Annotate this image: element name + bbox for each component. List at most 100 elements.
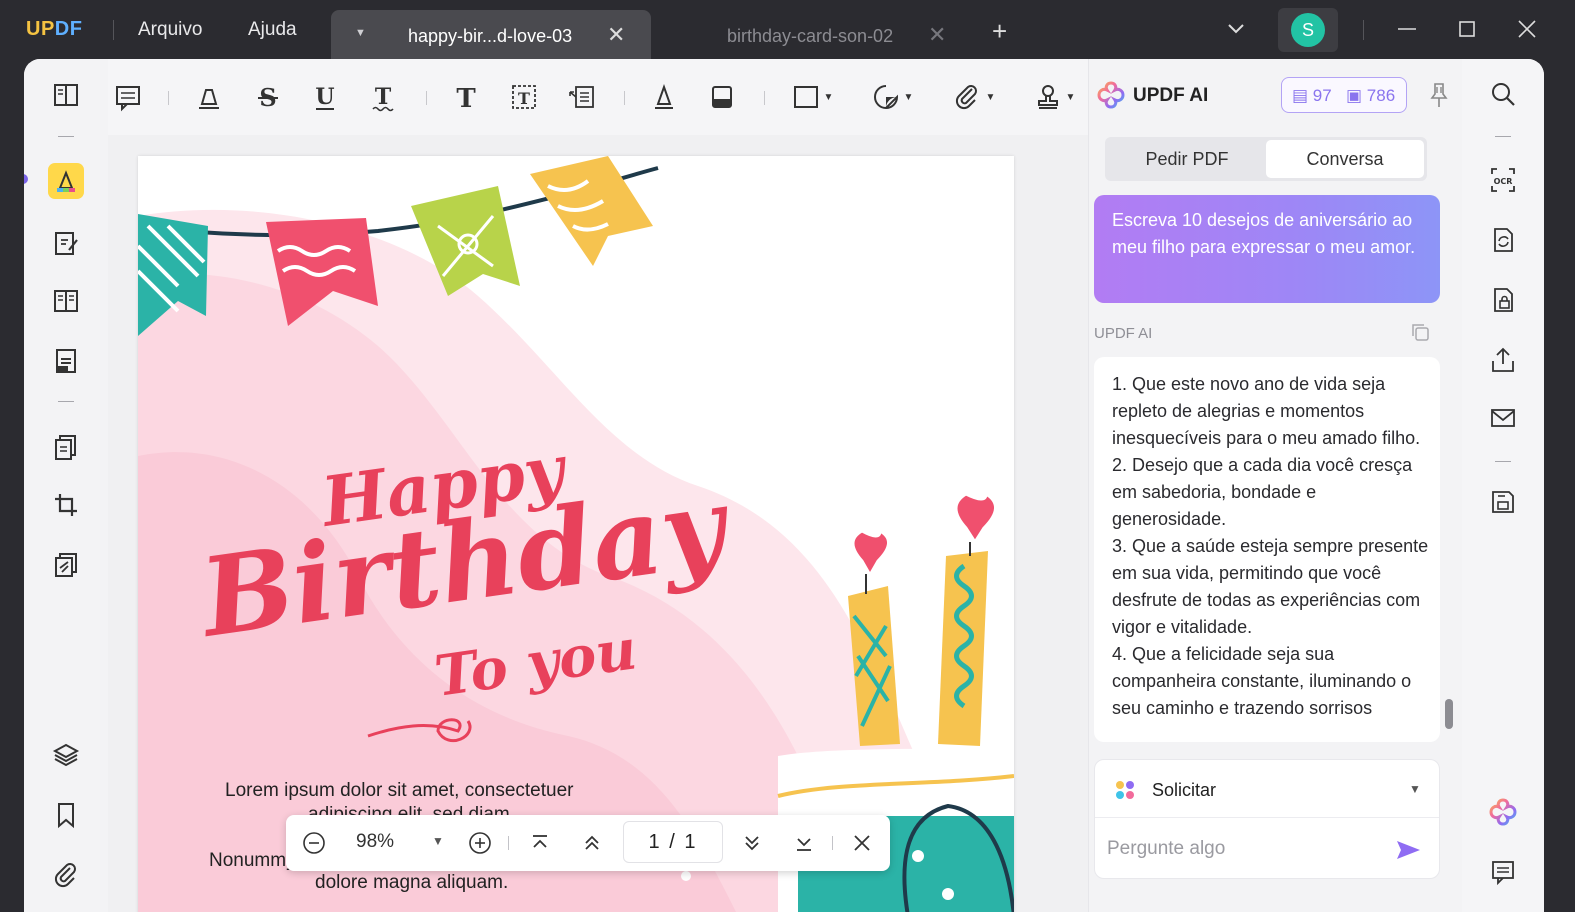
- sidebar-separator: [58, 401, 74, 402]
- maximize-icon[interactable]: [1452, 14, 1482, 44]
- shape-rectangle-icon[interactable]: ▼: [784, 79, 840, 115]
- squiggly-icon[interactable]: T: [363, 79, 403, 115]
- attach-file-icon[interactable]: ▼: [946, 79, 1002, 115]
- svg-text:U: U: [315, 84, 334, 110]
- search-icon[interactable]: [1486, 77, 1520, 111]
- stamp-icon[interactable]: ▼: [1026, 79, 1082, 115]
- zoom-out-icon[interactable]: [300, 829, 328, 857]
- tab-happy-birthday[interactable]: ▼ happy-bir...d-love-03 ✕: [331, 10, 651, 60]
- next-page-icon[interactable]: [738, 829, 766, 857]
- attachment-icon[interactable]: [48, 857, 84, 893]
- chevron-down-icon: ▼: [1409, 782, 1421, 796]
- highlight-icon[interactable]: [188, 79, 228, 115]
- text-icon[interactable]: T: [446, 79, 486, 115]
- first-page-icon[interactable]: [526, 829, 554, 857]
- crop-icon[interactable]: [48, 487, 84, 523]
- page-organize-icon[interactable]: [48, 283, 84, 319]
- pin-panel-icon[interactable]: [1427, 81, 1451, 109]
- close-tab-icon[interactable]: ✕: [928, 22, 946, 48]
- zoom-level[interactable]: 98%: [356, 831, 394, 853]
- menu-ajuda[interactable]: Ajuda: [248, 19, 297, 41]
- save-icon[interactable]: [1486, 485, 1520, 519]
- svg-text:T: T: [518, 89, 530, 108]
- tab-menu-caret-icon[interactable]: ▼: [355, 27, 366, 39]
- body-text-line: Lorem ipsum dolor sit amet, consectetuer: [225, 780, 574, 801]
- user-account[interactable]: S: [1278, 8, 1338, 52]
- email-icon[interactable]: [1486, 401, 1520, 435]
- ai-answer-text: 1. Que este novo ano de vida seja replet…: [1112, 371, 1432, 722]
- protect-document-icon[interactable]: [1486, 283, 1520, 317]
- updf-ai-icon[interactable]: [1486, 795, 1520, 829]
- bookmark-icon[interactable]: [48, 797, 84, 833]
- close-zoom-bar-icon[interactable]: [848, 829, 876, 857]
- ai-mode-tabs: Pedir PDF Conversa: [1105, 137, 1427, 181]
- toolbar-separator: [624, 91, 625, 105]
- right-tool-rail: OCR: [1462, 59, 1544, 912]
- toolbar-separator: [168, 91, 169, 105]
- close-tab-icon[interactable]: ✕: [607, 22, 625, 48]
- reader-mode-icon[interactable]: [48, 77, 84, 113]
- tab-label: happy-bir...d-love-03: [408, 26, 573, 46]
- previous-page-icon[interactable]: [578, 829, 606, 857]
- svg-text:T: T: [456, 84, 476, 112]
- toolbar-separator: [764, 91, 765, 105]
- answer-scrollbar[interactable]: [1445, 699, 1453, 729]
- avatar: S: [1291, 13, 1325, 47]
- comment-highlighter-icon[interactable]: [48, 163, 84, 199]
- page-number-input[interactable]: 1 / 1: [623, 821, 723, 863]
- comments-list-icon[interactable]: [1486, 855, 1520, 889]
- edit-pdf-icon[interactable]: [48, 225, 84, 261]
- updf-logo: UPDF: [26, 18, 83, 40]
- strikethrough-icon[interactable]: S: [248, 79, 288, 115]
- eraser-icon[interactable]: [702, 79, 742, 115]
- pencil-icon[interactable]: [644, 79, 684, 115]
- text-callout-icon[interactable]: [562, 79, 602, 115]
- main-window: S U T T T ▼ ▼ ▼ ▼ Happy Birthday To you …: [24, 59, 1544, 912]
- protect-icon[interactable]: [48, 547, 84, 583]
- page-tools-icon[interactable]: [48, 429, 84, 465]
- document-viewer: Happy Birthday To you Lorem ipsum dolor …: [108, 135, 1088, 912]
- tabs-dropdown-icon[interactable]: [1224, 16, 1248, 40]
- zoom-page-bar: 98% ▼ 1 / 1: [286, 815, 890, 871]
- ocr-icon[interactable]: OCR: [1486, 163, 1520, 197]
- convert-icon[interactable]: [1486, 223, 1520, 257]
- pdf-quota: ▤ 97: [1292, 86, 1332, 105]
- ai-answer-box: 1. Que este novo ano de vida seja replet…: [1094, 357, 1440, 742]
- ai-quota-badge[interactable]: ▤ 97 ▣ 786: [1281, 77, 1407, 113]
- underline-icon[interactable]: U: [305, 79, 345, 115]
- minimize-icon[interactable]: [1392, 14, 1422, 44]
- tab-pedir-pdf[interactable]: Pedir PDF: [1108, 140, 1266, 178]
- body-text-line: Nonummy: [209, 850, 296, 871]
- message-quota: ▣ 786: [1346, 86, 1396, 105]
- ai-assistant-panel: UPDF AI ▤ 97 ▣ 786 Pedir PDF Conversa Es…: [1088, 59, 1462, 912]
- tab-birthday-card-son[interactable]: birthday-card-son-02 ✕: [651, 10, 971, 60]
- ai-response-label: UPDF AI: [1094, 325, 1153, 342]
- request-mode-selector[interactable]: Solicitar ▼: [1095, 760, 1439, 818]
- text-box-icon[interactable]: T: [504, 79, 544, 115]
- answer-item: 2. Desejo que a cada dia você cresça em …: [1112, 455, 1413, 529]
- sidebar-separator: [58, 136, 74, 137]
- ask-input[interactable]: [1107, 832, 1387, 866]
- annotation-toolbar: S U T T T ▼ ▼ ▼ ▼: [108, 59, 1088, 135]
- send-icon[interactable]: [1393, 835, 1423, 865]
- sticker-icon[interactable]: ▼: [864, 79, 920, 115]
- copy-icon[interactable]: [1409, 321, 1431, 343]
- zoom-in-icon[interactable]: [466, 829, 494, 857]
- close-window-icon[interactable]: [1512, 14, 1542, 44]
- pdf-quota-count: 97: [1312, 86, 1332, 105]
- comment-icon[interactable]: [108, 79, 148, 115]
- user-prompt-bubble: Escreva 10 desejos de aniversário ao meu…: [1094, 195, 1440, 303]
- form-icon[interactable]: [48, 343, 84, 379]
- share-icon[interactable]: [1486, 343, 1520, 377]
- new-tab-plus-icon[interactable]: +: [992, 18, 1007, 44]
- last-page-icon[interactable]: [790, 829, 818, 857]
- active-indicator: [24, 174, 28, 184]
- updf-ai-logo-icon: [1097, 81, 1125, 109]
- menu-arquivo[interactable]: Arquivo: [138, 19, 202, 41]
- answer-item: 3. Que a saúde esteja sempre presente em…: [1112, 536, 1429, 637]
- title-separator: [113, 20, 114, 40]
- zoom-dropdown-icon[interactable]: ▼: [432, 834, 444, 848]
- layers-icon[interactable]: [48, 737, 84, 773]
- tab-conversa[interactable]: Conversa: [1266, 140, 1424, 178]
- body-text-line: dolore magna aliquam.: [315, 872, 509, 893]
